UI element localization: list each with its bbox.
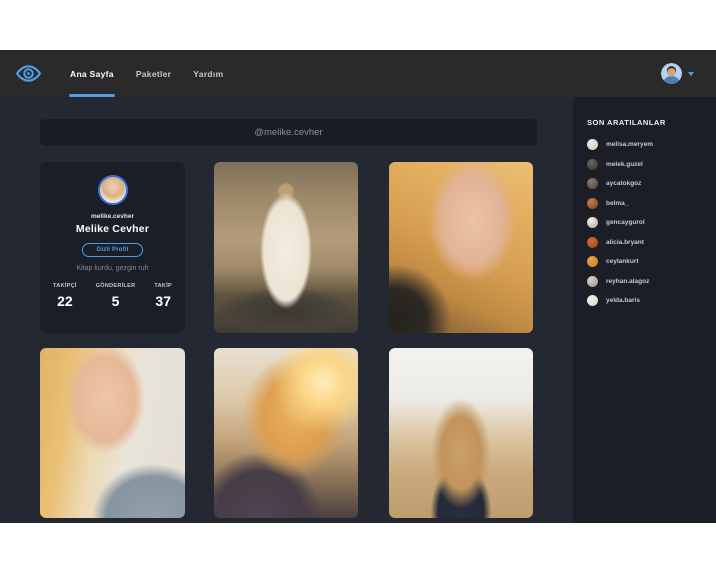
stat-value: 37 <box>155 293 171 309</box>
photo-thumbnail[interactable] <box>389 162 533 333</box>
photo-thumbnail[interactable] <box>40 348 185 518</box>
avatar <box>587 256 598 267</box>
stat-value: 5 <box>112 293 120 309</box>
page: Ana Sayfa Paketler Yardım <box>0 0 716 569</box>
nav-item-yardim[interactable]: Yardım <box>182 50 234 97</box>
recent-search-item[interactable]: aycatokgoz <box>587 178 708 189</box>
recent-search-username: ceylankurt <box>606 258 639 265</box>
avatar <box>587 217 598 228</box>
recent-search-item[interactable]: melisa.meryem <box>587 139 708 150</box>
user-menu[interactable] <box>661 63 694 84</box>
main-panel: melike.cevher Melike Cevher Gizli Profil… <box>0 97 573 523</box>
stat-followers: TAKİPÇİ 22 <box>53 283 77 309</box>
photo-thumbnail[interactable] <box>389 348 533 518</box>
recent-search-item[interactable]: reyhan.alagoz <box>587 276 708 287</box>
profile-username: melike.cevher <box>91 213 134 220</box>
nav-item-paketler[interactable]: Paketler <box>125 50 182 97</box>
photo-thumbnail[interactable] <box>214 348 358 518</box>
avatar <box>587 159 598 170</box>
recent-search-username: melek.guzel <box>606 161 643 168</box>
stat-value: 22 <box>57 293 73 309</box>
stat-label: TAKİP <box>154 283 172 289</box>
avatar <box>587 178 598 189</box>
avatar <box>587 276 598 287</box>
recent-search-username: belma_ <box>606 200 628 207</box>
stat-posts: GÖNDERİLER 5 <box>96 283 136 309</box>
eye-logo-icon[interactable] <box>13 62 43 86</box>
recent-search-username: aycatokgoz <box>606 180 641 187</box>
chevron-down-icon <box>688 72 694 76</box>
recent-search-item[interactable]: alicia.bryant <box>587 237 708 248</box>
recent-search-username: yelda.baris <box>606 297 640 304</box>
recent-search-username: gencaygurol <box>606 219 645 226</box>
recent-searches-sidebar: SON ARATILANLAR melisa.meryem melek.guze… <box>573 97 716 523</box>
recent-search-username: melisa.meryem <box>606 141 653 148</box>
profile-stats: TAKİPÇİ 22 GÖNDERİLER 5 TAKİP 37 <box>40 283 185 309</box>
recent-searches-heading: SON ARATILANLAR <box>587 118 708 127</box>
recent-search-username: alicia.bryant <box>606 239 644 246</box>
user-avatar <box>661 63 682 84</box>
profile-avatar <box>98 175 128 205</box>
avatar <box>587 139 598 150</box>
profile-full-name: Melike Cevher <box>76 223 149 235</box>
recent-search-item[interactable]: gencaygurol <box>587 217 708 228</box>
recent-search-username: reyhan.alagoz <box>606 278 649 285</box>
recent-search-item[interactable]: melek.guzel <box>587 159 708 170</box>
nav-item-ana-sayfa[interactable]: Ana Sayfa <box>59 50 125 97</box>
stat-label: GÖNDERİLER <box>96 283 136 289</box>
recent-search-item[interactable]: belma_ <box>587 198 708 209</box>
avatar <box>587 237 598 248</box>
navbar: Ana Sayfa Paketler Yardım <box>0 50 716 97</box>
stat-following: TAKİP 37 <box>154 283 172 309</box>
eye-icon <box>15 63 42 84</box>
profile-card: melike.cevher Melike Cevher Gizli Profil… <box>40 162 185 333</box>
profile-bio: Kitap kurdu, gezgin ruh <box>77 265 149 272</box>
avatar <box>587 198 598 209</box>
private-profile-badge: Gizli Profil <box>82 243 142 257</box>
avatar <box>587 295 598 306</box>
search-input[interactable] <box>40 119 537 146</box>
content: melike.cevher Melike Cevher Gizli Profil… <box>0 97 716 523</box>
recent-search-item[interactable]: ceylankurt <box>587 256 708 267</box>
stat-label: TAKİPÇİ <box>53 283 77 289</box>
recent-search-item[interactable]: yelda.baris <box>587 295 708 306</box>
app-window: Ana Sayfa Paketler Yardım <box>0 50 716 523</box>
recent-searches-list: melisa.meryem melek.guzel aycatokgoz bel… <box>587 139 708 306</box>
photo-thumbnail[interactable] <box>214 162 358 333</box>
